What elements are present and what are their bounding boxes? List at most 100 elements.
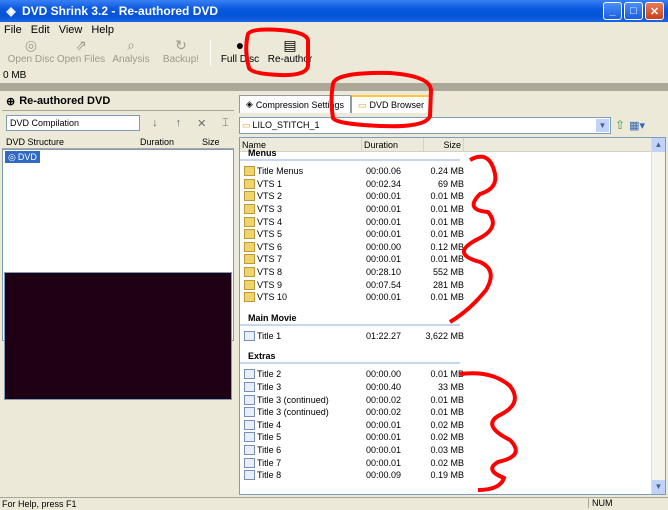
col-size[interactable]: Size — [424, 138, 464, 152]
backup-icon: ↻ — [175, 37, 187, 53]
item-size: 69 MB — [437, 178, 464, 189]
folder-icon: ▭ — [242, 119, 251, 130]
re-author-icon: ▤ — [283, 37, 297, 53]
item-size: 0.01 MB — [430, 394, 464, 405]
path-dropdown[interactable]: ▭ LILO_STITCH_1 ▼ — [239, 116, 611, 134]
title-doc-icon — [244, 470, 255, 481]
menu-folder-icon — [244, 204, 255, 215]
section-header: Extras — [240, 348, 460, 365]
list-item[interactable]: Title 4 00:00.01 0.02 MB — [240, 419, 665, 432]
list-item[interactable]: Title 3 00:00.40 33 MB — [240, 381, 665, 394]
menu-view[interactable]: View — [59, 24, 83, 36]
list-item[interactable]: Title 7 00:00.01 0.02 MB — [240, 456, 665, 469]
item-duration: 00:07.54 — [366, 279, 402, 290]
backup-button[interactable]: ↻ Backup! — [156, 37, 206, 69]
close-button[interactable]: ✕ — [645, 2, 664, 20]
item-duration: 00:00.01 — [366, 432, 402, 443]
item-name: Title 4 — [240, 419, 362, 430]
item-duration: 00:00.01 — [366, 191, 402, 202]
menu-bar: File Edit View Help — [0, 22, 668, 37]
item-name: VTS 9 — [240, 279, 362, 290]
list-item[interactable]: Title 3 (continued) 00:00.02 0.01 MB — [240, 393, 665, 406]
list-item[interactable]: Title 2 00:00.00 0.01 MB — [240, 368, 665, 381]
compilation-name-field[interactable]: DVD Compilation — [6, 115, 141, 131]
list-item[interactable]: VTS 2 00:00.01 0.01 MB — [240, 190, 665, 203]
item-duration: 00:00.00 — [366, 369, 402, 380]
title-bar[interactable]: ◈ DVD Shrink 3.2 - Re-authored DVD _ □ ✕ — [0, 0, 668, 22]
menu-help[interactable]: Help — [91, 24, 114, 36]
menu-folder-icon — [244, 229, 255, 240]
list-item[interactable]: Title 1 01:22.27 3,622 MB — [240, 330, 665, 343]
tree-root-dvd[interactable]: ◎ DVD — [5, 151, 40, 163]
title-doc-icon — [244, 432, 255, 443]
item-name: VTS 1 — [240, 178, 362, 189]
list-item[interactable]: VTS 5 00:00.01 0.01 MB — [240, 228, 665, 241]
chevron-down-icon[interactable]: ▼ — [596, 118, 609, 132]
list-item[interactable]: VTS 7 00:00.01 0.01 MB — [240, 253, 665, 266]
menu-folder-icon — [244, 279, 255, 290]
list-item[interactable]: VTS 6 00:00.00 0.12 MB — [240, 241, 665, 254]
item-name: Title 1 — [240, 330, 362, 341]
minimize-button[interactable]: _ — [603, 2, 622, 20]
list-item[interactable]: Title 6 00:00.01 0.03 MB — [240, 444, 665, 457]
list-item[interactable]: VTS 9 00:07.54 281 MB — [240, 278, 665, 291]
scroll-down-icon[interactable]: ▼ — [652, 480, 665, 494]
list-item[interactable]: Title 8 00:00.09 0.19 MB — [240, 469, 665, 482]
re-author-button[interactable]: ▤ Re-author — [265, 37, 315, 69]
open-disc-button[interactable]: ◎ Open Disc — [6, 37, 56, 69]
maximize-button[interactable]: □ — [624, 2, 643, 20]
menu-folder-icon — [244, 267, 255, 278]
col-size[interactable]: Size — [202, 137, 230, 147]
item-size: 0.19 MB — [430, 470, 464, 481]
move-down-icon[interactable]: ↓ — [146, 117, 163, 129]
title-doc-icon — [244, 369, 255, 380]
open-files-button[interactable]: ⇗ Open Files — [56, 37, 106, 69]
folder-icon: ▭ — [357, 99, 367, 110]
move-up-icon[interactable]: ↑ — [170, 117, 187, 129]
col-duration[interactable]: Duration — [140, 137, 202, 147]
item-duration: 00:00.01 — [366, 292, 402, 303]
item-size: 281 MB — [432, 279, 464, 290]
item-size: 0.02 MB — [430, 419, 464, 430]
scroll-up-icon[interactable]: ▲ — [652, 138, 665, 152]
item-size: 0.01 MB — [430, 407, 464, 418]
item-name: VTS 8 — [240, 267, 362, 278]
title-doc-icon — [244, 330, 255, 341]
item-name: VTS 2 — [240, 191, 362, 202]
list-item[interactable]: VTS 1 00:02.34 69 MB — [240, 178, 665, 191]
menu-file[interactable]: File — [4, 24, 22, 36]
full-disc-button[interactable]: ● Full Disc — [215, 37, 265, 69]
item-name: VTS 5 — [240, 229, 362, 240]
item-size: 0.01 MB — [430, 254, 464, 265]
view-menu-icon[interactable]: ▦▾ — [629, 119, 645, 132]
list-item[interactable]: Title 3 (continued) 00:00.02 0.01 MB — [240, 406, 665, 419]
delete-icon[interactable]: ✕ — [193, 117, 210, 130]
item-duration: 00:02.34 — [366, 178, 402, 189]
list-item[interactable]: VTS 10 00:00.01 0.01 MB — [240, 291, 665, 304]
title-doc-icon — [244, 419, 255, 430]
list-item[interactable]: Title Menus 00:00.06 0.24 MB — [240, 165, 665, 178]
col-duration[interactable]: Duration — [362, 138, 424, 152]
list-item[interactable]: Title 5 00:00.01 0.02 MB — [240, 431, 665, 444]
menu-edit[interactable]: Edit — [31, 24, 50, 36]
properties-icon[interactable]: ⌶ — [217, 117, 234, 130]
dvd-browser-list[interactable]: Name Duration Size Menus Title Menus 00:00… — [239, 137, 666, 495]
tab-dvd-browser[interactable]: ▭ DVD Browser — [350, 95, 431, 113]
item-duration: 00:00.01 — [366, 444, 402, 455]
item-duration: 00:00.01 — [366, 216, 402, 227]
toolbar: ◎ Open Disc ⇗ Open Files ⌕ Analysis ↻ Backup… — [0, 37, 668, 69]
list-item[interactable]: VTS 4 00:00.01 0.01 MB — [240, 215, 665, 228]
num-lock-indicator: NUM — [588, 498, 622, 508]
list-item[interactable]: VTS 8 00:28.10 552 MB — [240, 266, 665, 279]
analysis-button[interactable]: ⌕ Analysis — [106, 37, 156, 69]
list-item[interactable]: VTS 3 00:00.01 0.01 MB — [240, 203, 665, 216]
item-name: Title Menus — [240, 166, 362, 177]
item-size: 3,622 MB — [425, 330, 464, 341]
tab-compression-settings[interactable]: ◈ Compression Settings — [239, 95, 351, 113]
title-doc-icon — [244, 382, 255, 393]
item-size: 0.02 MB — [430, 432, 464, 443]
up-folder-icon[interactable]: ⇧ — [615, 118, 625, 132]
item-size: 0.01 MB — [430, 191, 464, 202]
vertical-scrollbar[interactable]: ▲ ▼ — [651, 138, 665, 494]
col-dvd-structure[interactable]: DVD Structure — [2, 137, 140, 147]
